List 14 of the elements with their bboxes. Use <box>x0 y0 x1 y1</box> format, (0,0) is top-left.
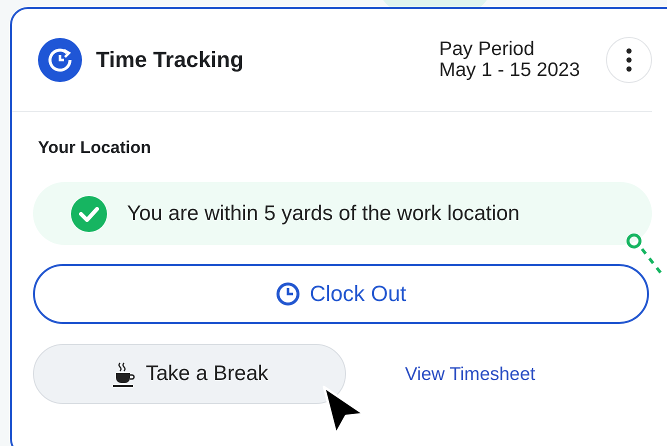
card-title: Time Tracking <box>96 47 244 73</box>
kebab-icon <box>626 48 632 72</box>
take-break-button[interactable]: Take a Break <box>33 344 346 404</box>
section-heading: Your Location <box>38 138 152 158</box>
clock-refresh-icon <box>38 38 82 82</box>
coffee-cup-icon <box>110 361 137 387</box>
view-timesheet-link[interactable]: View Timesheet <box>405 363 536 385</box>
clock-out-button[interactable]: Clock Out <box>33 264 649 324</box>
pay-period-label: Pay Period <box>439 39 536 60</box>
more-menu-button[interactable] <box>606 37 652 83</box>
pay-period-value: May 1 - 15 2023 <box>439 60 580 81</box>
check-circle-icon <box>71 196 107 232</box>
location-status-text: You are within 5 yards of the work location <box>127 202 520 226</box>
clock-icon <box>276 282 300 306</box>
